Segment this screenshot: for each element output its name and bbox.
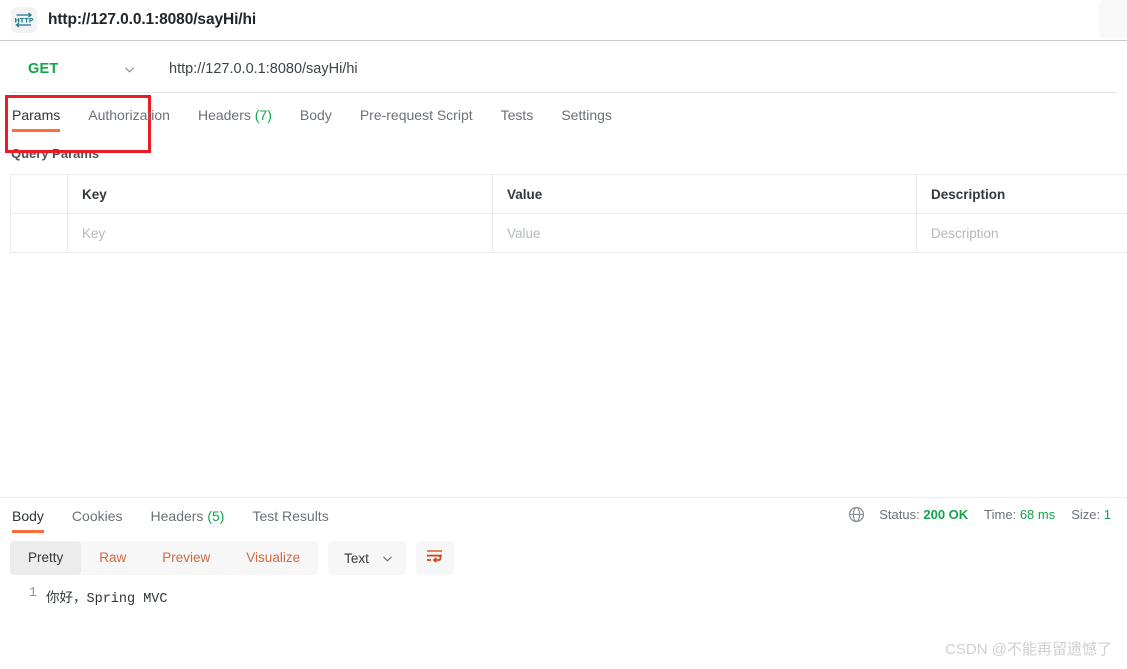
http-icon: HTTP xyxy=(11,7,37,33)
tab-settings-label: Settings xyxy=(561,107,612,123)
request-tabs: Params Authorization Headers (7) Body Pr… xyxy=(0,98,1127,132)
globe-icon xyxy=(848,506,865,523)
time-value: 68 ms xyxy=(1019,507,1056,522)
tab-pre-request-script-label: Pre-request Script xyxy=(359,107,473,123)
response-format-value: Text xyxy=(344,550,369,566)
tab-headers-label: Headers xyxy=(197,107,251,123)
svg-text:HTTP: HTTP xyxy=(15,17,34,25)
status-label: Status: xyxy=(879,507,920,522)
tab-response-headers-label: Headers xyxy=(150,508,204,524)
response-body-viewer[interactable]: 1 你好，Spring MVC xyxy=(0,575,1127,607)
param-key-input[interactable]: Key xyxy=(67,213,493,253)
url-input[interactable]: http://127.0.0.1:8080/sayHi/hi xyxy=(150,46,1117,93)
tab-response-headers[interactable]: Headers (5) xyxy=(137,508,239,533)
param-value-input[interactable]: Value xyxy=(492,213,917,253)
response-viewer-toolbar: Pretty Raw Preview Visualize Text xyxy=(0,533,1127,575)
header-corner-panel xyxy=(1099,0,1127,38)
time-label: Time: xyxy=(984,507,1017,522)
time-stat: Time: 68 ms xyxy=(984,507,1055,522)
tab-params-label: Params xyxy=(12,107,61,123)
query-params-title: Query Params xyxy=(11,146,100,161)
view-mode-preview[interactable]: Preview xyxy=(144,541,228,575)
tab-params[interactable]: Params xyxy=(10,107,74,132)
tab-test-results-label: Test Results xyxy=(252,508,329,524)
tab-response-body[interactable]: Body xyxy=(10,508,58,533)
status-value: 200 OK xyxy=(923,507,969,522)
app-header: HTTP http://127.0.0.1:8080/sayHi/hi xyxy=(0,0,1127,41)
header-cell-value: Value xyxy=(492,174,917,214)
view-mode-visualize[interactable]: Visualize xyxy=(228,541,318,575)
tab-cookies[interactable]: Cookies xyxy=(58,508,137,533)
header-cell-checkbox xyxy=(10,174,68,214)
size-stat: Size: 1 xyxy=(1071,507,1111,522)
line-number: 1 xyxy=(28,586,37,601)
tab-tests-label: Tests xyxy=(500,107,534,123)
tab-body[interactable]: Body xyxy=(286,107,346,132)
view-mode-raw[interactable]: Raw xyxy=(81,541,144,575)
tab-response-headers-count: (5) xyxy=(207,508,225,524)
size-value: 1 xyxy=(1103,507,1111,522)
tab-test-results[interactable]: Test Results xyxy=(238,508,342,533)
query-params-table: Key Value Description Key Value Descript… xyxy=(10,174,1127,253)
header-cell-key: Key xyxy=(67,174,493,214)
http-method-label: GET xyxy=(28,61,59,77)
header-cell-description: Description xyxy=(916,174,1127,214)
request-url-row: GET http://127.0.0.1:8080/sayHi/hi xyxy=(0,41,1127,153)
param-description-input[interactable]: Description xyxy=(916,213,1127,253)
status-badge: Status: 200 OK xyxy=(879,507,968,522)
http-method-selector[interactable]: GET xyxy=(10,46,150,93)
wrap-lines-button[interactable] xyxy=(415,541,454,575)
tab-headers[interactable]: Headers (7) xyxy=(184,107,286,132)
chevron-down-icon xyxy=(381,552,394,565)
tab-pre-request-script[interactable]: Pre-request Script xyxy=(346,107,487,132)
response-body-line: 你好，Spring MVC xyxy=(46,592,168,607)
tab-tests[interactable]: Tests xyxy=(487,107,548,132)
tab-authorization-label: Authorization xyxy=(88,107,170,123)
page-title: http://127.0.0.1:8080/sayHi/hi xyxy=(48,11,257,28)
row-checkbox-cell[interactable] xyxy=(10,213,68,253)
chevron-down-icon xyxy=(123,63,136,76)
tab-headers-count: (7) xyxy=(254,107,272,123)
response-view-modes: Pretty Raw Preview Visualize xyxy=(10,541,319,575)
tab-body-label: Body xyxy=(299,107,332,123)
response-tabs: Body Cookies Headers (5) Test Results St… xyxy=(0,498,1127,533)
response-status-bar: Status: 200 OK Time: 68 ms Size: 1 xyxy=(848,506,1127,523)
url-input-value: http://127.0.0.1:8080/sayHi/hi xyxy=(169,61,358,77)
watermark: CSDN @不能再留遗憾了 xyxy=(945,641,1112,658)
table-row: Key Value Description xyxy=(10,213,1127,253)
wrap-lines-icon xyxy=(425,548,444,569)
table-header-row: Key Value Description xyxy=(10,174,1127,214)
view-mode-pretty[interactable]: Pretty xyxy=(10,541,82,575)
tab-cookies-label: Cookies xyxy=(71,508,123,524)
tab-settings[interactable]: Settings xyxy=(547,107,626,132)
response-format-select[interactable]: Text xyxy=(328,541,406,575)
tab-authorization[interactable]: Authorization xyxy=(74,107,184,132)
tab-response-body-label: Body xyxy=(12,508,44,524)
size-label: Size: xyxy=(1071,507,1101,522)
